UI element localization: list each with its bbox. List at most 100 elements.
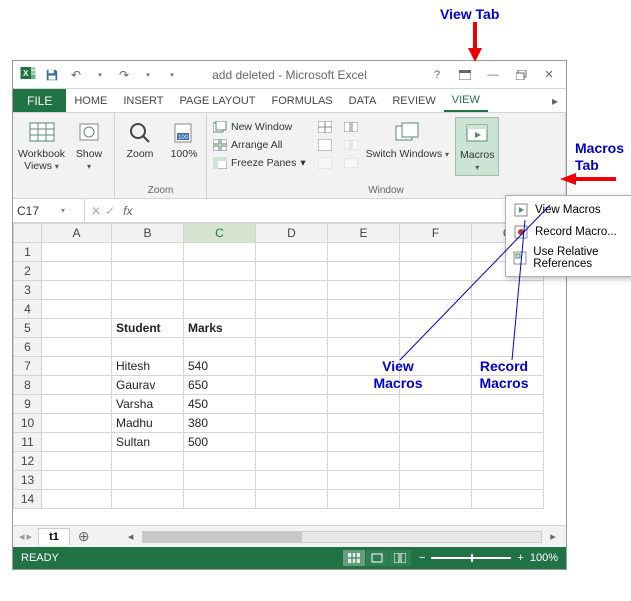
row-5[interactable]: 5 (14, 319, 42, 338)
name-box[interactable]: ▾ (13, 199, 85, 222)
hide-button[interactable] (316, 137, 334, 153)
show-icon (75, 119, 103, 147)
redo-dropdown-icon[interactable]: ▾ (139, 66, 157, 84)
switch-windows-button[interactable]: Switch Windows ▾ (362, 117, 453, 163)
row-6[interactable]: 6 (14, 338, 42, 357)
ribbon-tabs: FILE HOME INSERT PAGE LAYOUT FORMULAS DA… (13, 89, 566, 113)
callout-view-macros-line (395, 200, 555, 365)
redo-icon[interactable]: ↷ (115, 66, 133, 84)
cell-B9[interactable]: Varsha (112, 395, 184, 414)
page-layout-view-icon[interactable] (366, 550, 388, 566)
fx-icon[interactable]: fx (119, 204, 132, 218)
row-4[interactable]: 4 (14, 300, 42, 319)
show-button[interactable]: Show▾ (68, 117, 110, 174)
new-window-button[interactable]: New Window (211, 119, 308, 135)
annotation-view-macros: View Macros (368, 358, 428, 392)
row-14[interactable]: 14 (14, 490, 42, 509)
tab-insert[interactable]: INSERT (115, 89, 171, 112)
sheet-prev-icon[interactable]: ◂ (19, 530, 25, 543)
row-13[interactable]: 13 (14, 471, 42, 490)
hscroll-thumb[interactable] (143, 532, 302, 542)
col-E[interactable]: E (328, 224, 400, 243)
add-sheet-icon[interactable]: ⊕ (70, 528, 98, 545)
tab-view[interactable]: VIEW (444, 89, 488, 112)
view-side-icon (344, 120, 358, 134)
cell-C7[interactable]: 540 (184, 357, 256, 376)
tab-data[interactable]: DATA (341, 89, 385, 112)
hscroll-right-icon[interactable]: ▸ (546, 530, 560, 543)
row-12[interactable]: 12 (14, 452, 42, 471)
cell-C8[interactable]: 650 (184, 376, 256, 395)
arrange-all-label: Arrange All (231, 139, 282, 151)
horizontal-scrollbar[interactable]: ◂ ▸ (118, 530, 566, 543)
select-all-cell[interactable] (14, 224, 42, 243)
cell-B5[interactable]: Student (112, 319, 184, 338)
row-10[interactable]: 10 (14, 414, 42, 433)
save-icon[interactable] (43, 66, 61, 84)
col-D[interactable]: D (256, 224, 328, 243)
minimize-icon[interactable]: — (480, 65, 506, 85)
collapse-ribbon-icon[interactable]: ▸ (544, 89, 566, 112)
namebox-dropdown-icon[interactable]: ▾ (61, 206, 65, 215)
col-C[interactable]: C (184, 224, 256, 243)
normal-view-icon[interactable] (343, 550, 365, 566)
enter-icon[interactable]: ✓ (105, 204, 115, 218)
help-icon[interactable]: ? (424, 65, 450, 85)
close-icon[interactable]: ✕ (536, 65, 562, 85)
arrange-all-button[interactable]: Arrange All (211, 137, 308, 153)
ribbon-display-icon[interactable] (452, 65, 478, 85)
annotation-view-tab: View Tab (440, 6, 499, 22)
cell-C11[interactable]: 500 (184, 433, 256, 452)
qat-customize-icon[interactable]: ▾ (163, 66, 181, 84)
hscroll-left-icon[interactable]: ◂ (124, 530, 138, 543)
tab-home[interactable]: HOME (66, 89, 115, 112)
zoom-button[interactable]: Zoom (119, 117, 161, 163)
cell-B11[interactable]: Sultan (112, 433, 184, 452)
macros-button[interactable]: Macros▾ (455, 117, 499, 176)
excel-logo-icon: X (19, 64, 37, 85)
zoom-group-label: Zoom (115, 185, 206, 198)
row-2[interactable]: 2 (14, 262, 42, 281)
workbook-views-button[interactable]: Workbook Views ▾ (17, 117, 66, 174)
cell-B10[interactable]: Madhu (112, 414, 184, 433)
cell-B7[interactable]: Hitesh (112, 357, 184, 376)
row-11[interactable]: 11 (14, 433, 42, 452)
cell-C10[interactable]: 380 (184, 414, 256, 433)
zoom-label: Zoom (127, 149, 154, 161)
row-1[interactable]: 1 (14, 243, 42, 262)
row-3[interactable]: 3 (14, 281, 42, 300)
cancel-icon[interactable]: ✕ (91, 204, 101, 218)
row-7[interactable]: 7 (14, 357, 42, 376)
split-button[interactable] (316, 119, 334, 135)
tab-review[interactable]: REVIEW (384, 89, 443, 112)
undo-icon[interactable]: ↶ (67, 66, 85, 84)
tab-page-layout[interactable]: PAGE LAYOUT (171, 89, 263, 112)
zoom-level[interactable]: 100% (530, 552, 558, 564)
cell-C9[interactable]: 450 (184, 395, 256, 414)
tab-file[interactable]: FILE (13, 89, 66, 112)
tab-formulas[interactable]: FORMULAS (264, 89, 341, 112)
sheet-tab-active[interactable]: t1 (38, 528, 70, 545)
restore-icon[interactable] (508, 65, 534, 85)
name-box-input[interactable] (17, 204, 57, 218)
row-9[interactable]: 9 (14, 395, 42, 414)
col-B[interactable]: B (112, 224, 184, 243)
zoom-slider[interactable] (431, 557, 511, 559)
view-side-button[interactable] (342, 119, 360, 135)
row-8[interactable]: 8 (14, 376, 42, 395)
workbook-views-icon (28, 119, 56, 147)
page-break-view-icon[interactable] (389, 550, 411, 566)
freeze-panes-button[interactable]: Freeze Panes ▾ (211, 155, 308, 171)
quick-access-toolbar: X ↶ ▾ ↷ ▾ ▾ (13, 64, 187, 85)
hscroll-track[interactable] (142, 531, 542, 543)
window-title: add deleted - Microsoft Excel (212, 68, 367, 82)
sheet-next-icon[interactable]: ▸ (27, 530, 33, 543)
zoom-out-icon[interactable]: − (419, 552, 425, 564)
fx-controls: ✕ ✓ fx (85, 204, 138, 218)
cell-B8[interactable]: Gaurav (112, 376, 184, 395)
hundred-percent-button[interactable]: 100 100% (163, 117, 205, 163)
undo-dropdown-icon[interactable]: ▾ (91, 66, 109, 84)
col-A[interactable]: A (42, 224, 112, 243)
zoom-in-icon[interactable]: + (517, 552, 523, 564)
cell-C5[interactable]: Marks (184, 319, 256, 338)
